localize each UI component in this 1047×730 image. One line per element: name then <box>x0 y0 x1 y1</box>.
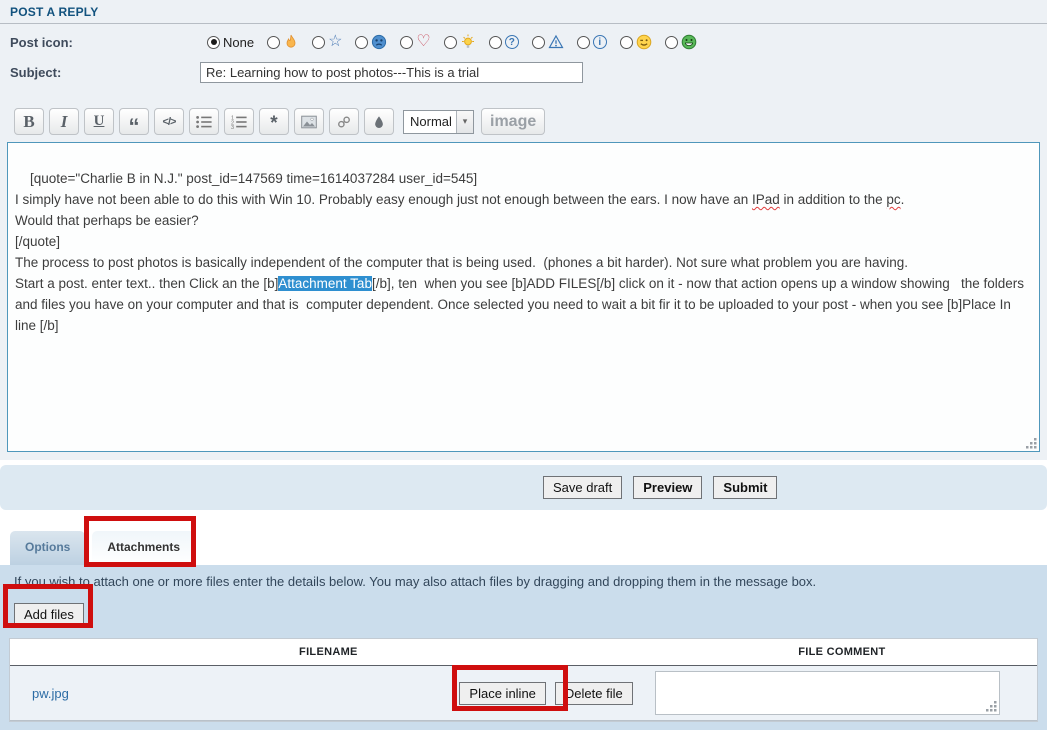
place-inline-button[interactable]: Place inline <box>459 682 546 705</box>
text-color-icon <box>371 115 387 129</box>
wink-smiley-icon <box>636 34 652 50</box>
post-icon-option-star[interactable]: ☆ <box>312 34 342 50</box>
submit-buttons-group: Save draft Preview Submit <box>543 476 777 499</box>
numbered-list-button[interactable]: 123 <box>224 108 254 135</box>
post-icon-option-question[interactable]: ? <box>489 35 519 49</box>
info-icon: i <box>593 35 607 49</box>
file-comment-textarea[interactable] <box>655 671 1000 715</box>
post-icon-radio-heart[interactable] <box>400 36 413 49</box>
filename-column-header: FILENAME <box>10 639 647 665</box>
post-icon-option-none[interactable]: None <box>207 35 254 50</box>
post-icon-radio-lightbulb[interactable] <box>444 36 457 49</box>
subject-label: Subject: <box>10 65 200 80</box>
image-button[interactable]: image <box>481 108 545 135</box>
insert-image-icon <box>301 115 317 129</box>
italic-button[interactable]: I <box>49 108 79 135</box>
misspelled-word: pc <box>886 192 900 207</box>
add-files-button[interactable]: Add files <box>14 603 84 626</box>
editor-text: [quote="Charlie B in N.J." post_id=14756… <box>15 171 752 207</box>
post-icon-option-wink-smiley[interactable] <box>620 34 652 50</box>
post-icon-radio-green-grin[interactable] <box>665 36 678 49</box>
sad-face-icon <box>371 34 387 50</box>
post-icon-radio-none[interactable] <box>207 36 220 49</box>
attachment-row: pw.jpg Place inline Delete file <box>10 666 1037 721</box>
post-icon-option-info[interactable]: i <box>577 35 607 49</box>
preview-button[interactable]: Preview <box>633 476 702 499</box>
post-icon-radio-star[interactable] <box>312 36 325 49</box>
post-icon-option-sad-face[interactable] <box>355 34 387 50</box>
question-icon: ? <box>505 35 519 49</box>
fire-icon <box>283 34 299 50</box>
heart-icon: ♡ <box>416 34 430 50</box>
editor-text: in addition to the <box>780 192 887 207</box>
post-icon-none-label: None <box>223 35 254 50</box>
page-title: POST A REPLY <box>0 0 1047 24</box>
attachments-instruction: If you wish to attach one or more files … <box>14 574 1038 589</box>
post-icon-option-heart[interactable]: ♡ <box>400 34 430 50</box>
post-icon-radio-question[interactable] <box>489 36 502 49</box>
underline-button[interactable]: U <box>84 108 114 135</box>
post-icon-options: None ☆ ♡? i <box>200 32 697 52</box>
insert-image-button[interactable] <box>294 108 324 135</box>
resize-grip-icon[interactable] <box>986 701 997 712</box>
post-icon-option-fire[interactable] <box>267 34 299 50</box>
link-button[interactable] <box>329 108 359 135</box>
submit-button[interactable]: Submit <box>713 476 777 499</box>
post-icon-radio-fire[interactable] <box>267 36 280 49</box>
tab-bar: Options Attachments <box>10 531 1047 565</box>
attachments-panel: If you wish to attach one or more files … <box>0 565 1047 730</box>
quote-button[interactable]: “ <box>119 108 149 135</box>
text-color-button[interactable] <box>364 108 394 135</box>
post-icon-option-green-grin[interactable] <box>665 34 697 50</box>
file-comment-column-header: FILE COMMENT <box>647 639 1037 665</box>
filename-cell: pw.jpg Place inline Delete file <box>10 671 647 715</box>
delete-file-button[interactable]: Delete file <box>555 682 633 705</box>
save-draft-button[interactable]: Save draft <box>543 476 622 499</box>
post-icon-radio-wink-smiley[interactable] <box>620 36 633 49</box>
message-editor[interactable]: [quote="Charlie B in N.J." post_id=14756… <box>7 142 1040 452</box>
misspelled-word: IPad <box>752 192 780 207</box>
bold-button[interactable]: B <box>14 108 44 135</box>
lightbulb-icon <box>460 34 476 50</box>
tab-options[interactable]: Options <box>10 531 85 565</box>
selected-text: Attachment Tab <box>278 276 372 291</box>
green-grin-icon <box>681 34 697 50</box>
subject-input[interactable] <box>200 62 583 83</box>
post-icon-option-warning[interactable] <box>532 34 564 50</box>
post-icon-radio-info[interactable] <box>577 36 590 49</box>
warning-icon <box>548 34 564 50</box>
file-comment-cell <box>647 671 1037 715</box>
link-icon <box>336 115 352 129</box>
asterisk-button[interactable]: * <box>259 108 289 135</box>
font-size-select[interactable]: Normal▾ <box>403 110 474 134</box>
bullet-list-icon <box>196 115 212 129</box>
subject-row: Subject: <box>10 62 1037 83</box>
submit-buttons-panel: Save draft Preview Submit <box>0 465 1047 510</box>
attachments-table-header: FILENAME FILE COMMENT <box>10 639 1037 666</box>
tab-attachments[interactable]: Attachments <box>92 531 195 565</box>
resize-grip-icon[interactable] <box>1026 438 1037 449</box>
chevron-down-icon: ▾ <box>456 111 473 133</box>
attachments-table: FILENAME FILE COMMENT pw.jpg Place inlin… <box>9 638 1038 722</box>
svg-text:3: 3 <box>231 125 234 129</box>
star-icon: ☆ <box>328 34 342 50</box>
post-icon-radio-warning[interactable] <box>532 36 545 49</box>
editor-toolbar: BIU“</> 123 * Normal▾ image <box>14 108 1047 135</box>
post-icon-option-lightbulb[interactable] <box>444 34 476 50</box>
attachment-row-buttons: Place inline Delete file <box>459 682 632 705</box>
post-icon-row: Post icon: None ☆ ♡? i <box>10 32 1037 52</box>
font-size-value: Normal <box>404 111 456 133</box>
bullet-list-button[interactable] <box>189 108 219 135</box>
code-button[interactable]: </> <box>154 108 184 135</box>
post-form-panel: POST A REPLY Post icon: None ☆ ♡? i Subject… <box>0 0 1047 460</box>
post-icon-label: Post icon: <box>10 35 200 50</box>
numbered-list-icon: 123 <box>231 115 247 129</box>
attachment-filename-link[interactable]: pw.jpg <box>32 686 69 701</box>
post-icon-radio-sad-face[interactable] <box>355 36 368 49</box>
